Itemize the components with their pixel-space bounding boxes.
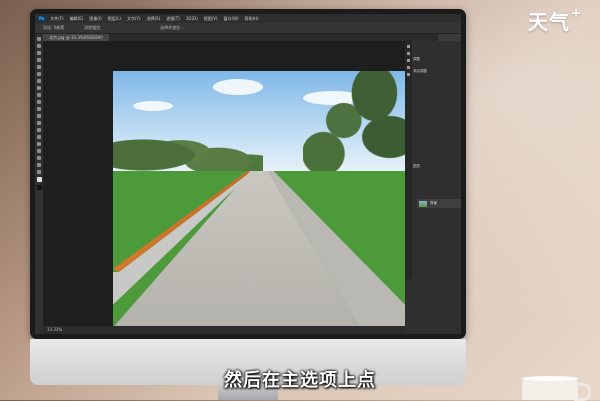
tools-panel — [35, 34, 43, 334]
character-panel-icon[interactable] — [407, 73, 410, 76]
history-brush-tool-icon[interactable] — [37, 100, 41, 104]
status-bar: 33.33% — [43, 326, 405, 334]
layer-thumbnail — [419, 200, 427, 207]
layer-row[interactable]: 背景 — [417, 199, 461, 208]
photoshop-workspace: 北京.jpg @ 33.3%(RGB/8#) 调整 添加调整 图层 背景 33.… — [35, 14, 461, 334]
canvas-image[interactable] — [113, 71, 405, 334]
properties-panel-icon[interactable] — [407, 52, 410, 55]
watermark-logo: 天气+ — [528, 6, 582, 35]
blur-tool-icon[interactable] — [37, 121, 41, 125]
quick-select-tool-icon[interactable] — [37, 58, 41, 62]
dodge-tool-icon[interactable] — [37, 128, 41, 132]
document-tab[interactable]: 北京.jpg @ 33.3%(RGB/8#) — [43, 34, 109, 41]
marquee-tool-icon[interactable] — [37, 44, 41, 48]
crop-tool-icon[interactable] — [37, 65, 41, 69]
lasso-tool-icon[interactable] — [37, 51, 41, 55]
watermark-plus: + — [570, 6, 582, 20]
video-subtitle: 然后在主选项上点 — [224, 370, 376, 391]
move-tool-icon[interactable] — [37, 37, 41, 41]
text-tool-icon[interactable] — [37, 142, 41, 146]
brush-tool-icon[interactable] — [37, 86, 41, 90]
eyedropper-tool-icon[interactable] — [37, 72, 41, 76]
adjust-panel-title[interactable]: 调整 — [413, 57, 420, 62]
shape-tool-icon[interactable] — [37, 156, 41, 160]
brush-panel-icon[interactable] — [407, 59, 410, 62]
hand-tool-icon[interactable] — [37, 163, 41, 167]
zoom-level[interactable]: 33.33% — [47, 327, 62, 332]
document-tab-bar: 北京.jpg @ 33.3%(RGB/8#) — [43, 34, 438, 41]
panel-icon-strip — [405, 41, 412, 279]
paragraph-panel-icon[interactable] — [407, 66, 410, 69]
eraser-tool-icon[interactable] — [37, 107, 41, 111]
add-adjustment-label: 添加调整 — [413, 69, 427, 73]
image-cloud — [213, 79, 263, 95]
gradient-tool-icon[interactable] — [37, 114, 41, 118]
path-select-tool-icon[interactable] — [37, 149, 41, 153]
watermark-text: 天气 — [527, 10, 570, 34]
layer-name: 背景 — [430, 201, 437, 205]
pen-tool-icon[interactable] — [37, 135, 41, 139]
history-panel-icon[interactable] — [407, 45, 410, 48]
background-color-swatch[interactable] — [37, 185, 42, 190]
right-panels — [405, 41, 461, 334]
stamp-tool-icon[interactable] — [37, 93, 41, 97]
image-cloud — [133, 101, 173, 111]
image-trees-left — [113, 119, 263, 179]
healing-tool-icon[interactable] — [37, 79, 41, 83]
foreground-color-swatch[interactable] — [37, 177, 42, 182]
image-trees-right — [303, 71, 405, 181]
layers-panel-title[interactable]: 图层 — [413, 164, 420, 169]
zoom-tool-icon[interactable] — [37, 170, 41, 174]
